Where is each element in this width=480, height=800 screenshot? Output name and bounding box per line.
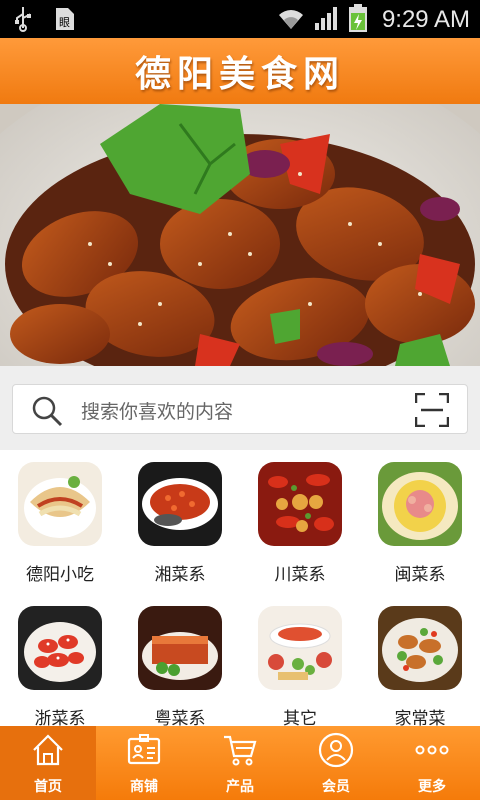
wifi-icon (276, 5, 306, 35)
signal-icon (314, 5, 340, 35)
nav-label: 产品 (226, 779, 254, 795)
category-others[interactable]: 其它 (240, 606, 360, 729)
category-thumb (378, 606, 462, 690)
nav-member[interactable]: 会员 (288, 726, 384, 800)
svg-text:眼: 眼 (59, 16, 70, 29)
search-area: 搜索你喜欢的内容 (0, 366, 480, 450)
cart-icon (222, 732, 258, 772)
nav-shops[interactable]: 商铺 (96, 726, 192, 800)
category-grid: 德阳小吃 湘菜系 川菜系 闽菜系 浙菜系 粤菜系 其它 家常菜 (0, 450, 480, 729)
nav-label: 首页 (34, 779, 62, 795)
nav-label: 会员 (322, 779, 350, 795)
category-label: 德阳小吃 (26, 565, 94, 585)
category-yue-cuisine[interactable]: 粤菜系 (120, 606, 240, 729)
category-label: 湘菜系 (154, 565, 206, 585)
status-time: 9:29 AM (381, 6, 470, 33)
category-label: 川菜系 (274, 565, 326, 585)
sim-icon: 眼 (54, 6, 76, 36)
category-thumb (138, 606, 222, 690)
nav-label: 更多 (418, 779, 446, 795)
nav-label: 商铺 (130, 779, 158, 795)
category-deyang-snacks[interactable]: 德阳小吃 (0, 462, 120, 585)
category-home-cooking[interactable]: 家常菜 (360, 606, 480, 729)
status-bar: 眼 9:29 AM (0, 0, 480, 38)
shop-card-icon (126, 732, 162, 772)
bottom-nav: 首页 商铺 产品 会员 更多 (0, 726, 480, 800)
category-xiang-cuisine[interactable]: 湘菜系 (120, 462, 240, 585)
category-thumb (18, 462, 102, 546)
nav-products[interactable]: 产品 (192, 726, 288, 800)
search-input[interactable]: 搜索你喜欢的内容 (12, 384, 468, 434)
app-title: 德阳美食网 (134, 53, 345, 95)
member-icon (318, 732, 354, 772)
usb-icon (14, 6, 32, 36)
category-zhe-cuisine[interactable]: 浙菜系 (0, 606, 120, 729)
nav-more[interactable]: 更多 (384, 726, 480, 800)
scan-icon[interactable] (414, 392, 450, 431)
home-icon (30, 732, 66, 772)
category-chuan-cuisine[interactable]: 川菜系 (240, 462, 360, 585)
category-thumb (378, 462, 462, 546)
banner-carousel[interactable] (0, 104, 480, 366)
app-header: 德阳美食网 (0, 38, 480, 104)
search-placeholder: 搜索你喜欢的内容 (81, 401, 234, 423)
category-thumb (18, 606, 102, 690)
category-label: 闽菜系 (394, 565, 446, 585)
battery-icon (348, 3, 368, 37)
search-icon (31, 395, 63, 431)
category-thumb (258, 606, 342, 690)
category-min-cuisine[interactable]: 闽菜系 (360, 462, 480, 585)
more-icon (414, 732, 450, 772)
banner-image (0, 104, 480, 366)
category-thumb (138, 462, 222, 546)
nav-home[interactable]: 首页 (0, 726, 96, 800)
category-thumb (258, 462, 342, 546)
